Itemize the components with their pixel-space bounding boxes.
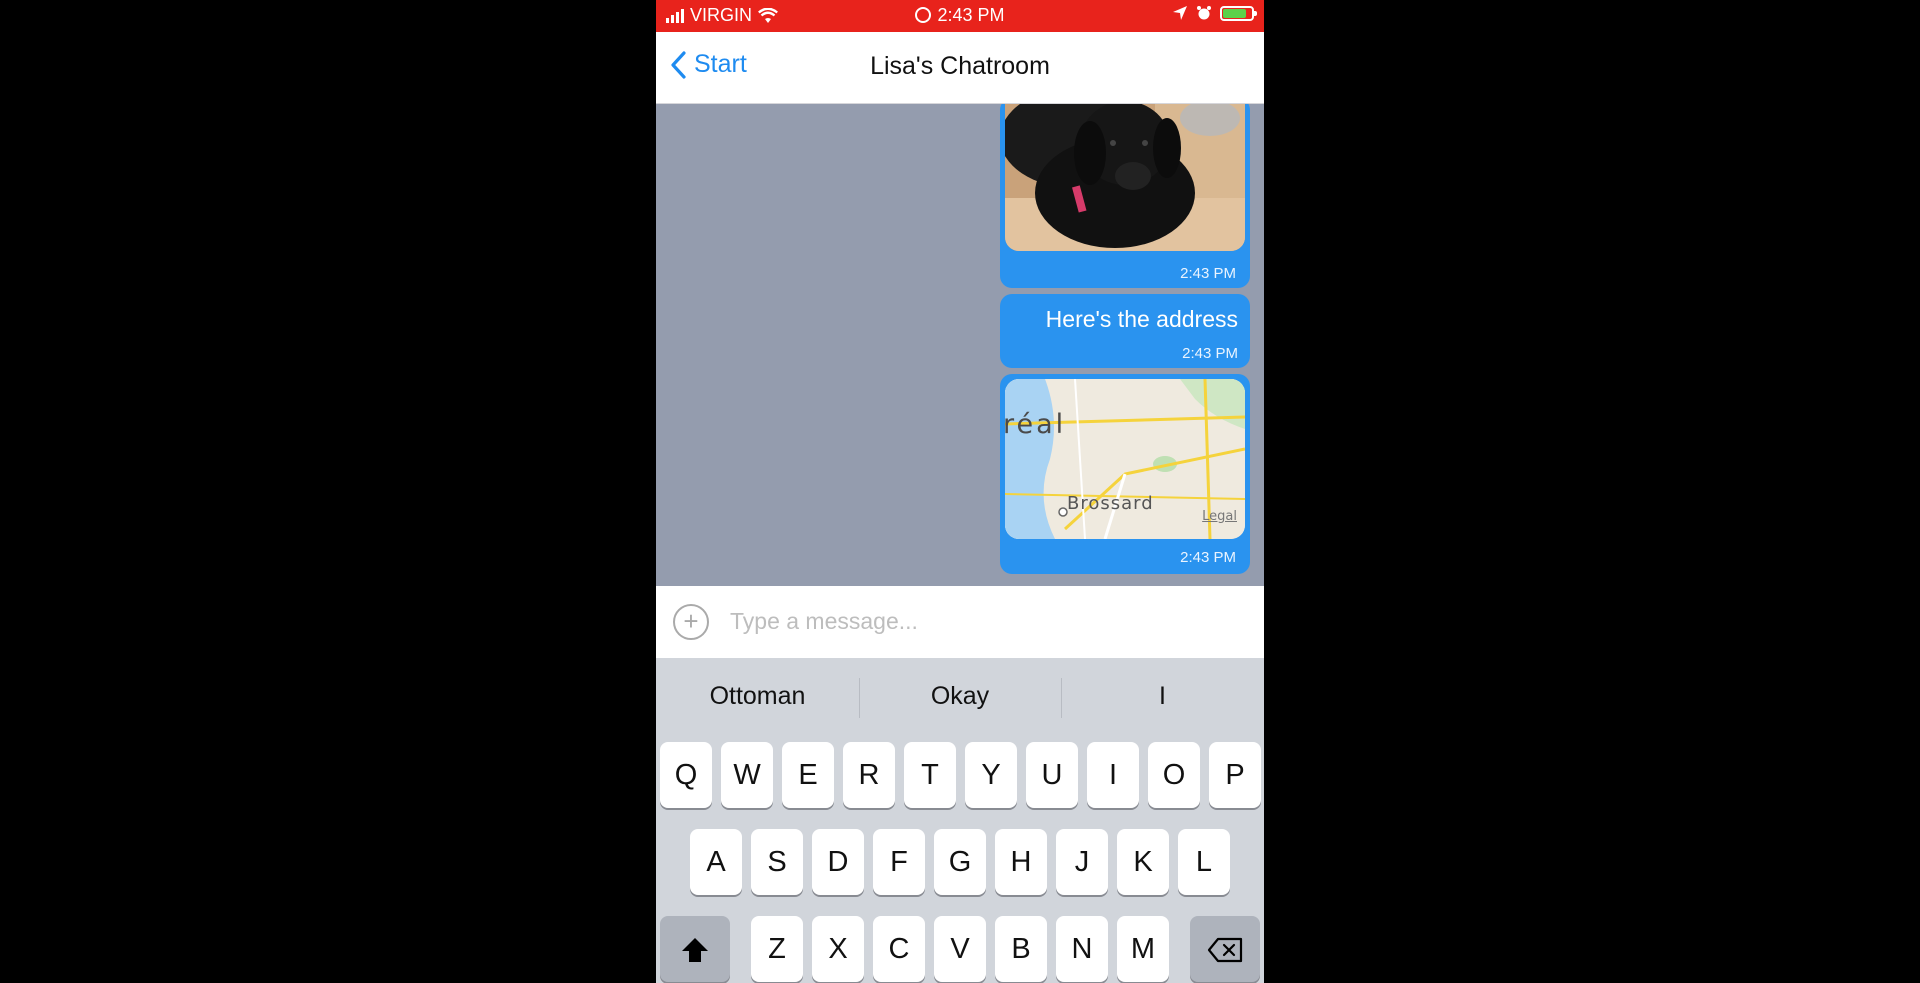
key[interactable]: J	[1056, 829, 1108, 895]
message-input-bar: +	[656, 586, 1264, 658]
page-title: Lisa's Chatroom	[870, 52, 1050, 80]
key[interactable]: Z	[751, 916, 803, 982]
backspace-icon	[1207, 938, 1243, 963]
message-bubble-map[interactable]: réal Brossard Legal 2:43 PM	[1000, 374, 1250, 574]
key[interactable]: L	[1178, 829, 1230, 895]
key[interactable]: U	[1026, 742, 1078, 808]
suggestion-item[interactable]: Okay	[859, 682, 1061, 711]
key[interactable]: F	[873, 829, 925, 895]
message-text: Here's the address	[1045, 306, 1238, 332]
key[interactable]: G	[934, 829, 986, 895]
message-time: 2:43 PM	[1180, 549, 1236, 566]
battery-icon	[1220, 5, 1257, 21]
key[interactable]: X	[812, 916, 864, 982]
phone-screen: VIRGIN 2:43 PM Start Lisa's Chatroom 2:4…	[656, 0, 1264, 983]
map-town-label: Brossard	[1067, 493, 1154, 514]
map-legal-link[interactable]: Legal	[1202, 509, 1237, 524]
key[interactable]: S	[751, 829, 803, 895]
key[interactable]: W	[721, 742, 773, 808]
location-arrow-icon	[1173, 6, 1187, 20]
map-thumbnail[interactable]: réal Brossard Legal	[1005, 379, 1245, 539]
key[interactable]: N	[1056, 916, 1108, 982]
key[interactable]: Q	[660, 742, 712, 808]
shift-icon	[682, 938, 708, 963]
delete-key[interactable]	[1190, 916, 1260, 982]
message-time: 2:43 PM	[1182, 345, 1238, 362]
key[interactable]: T	[904, 742, 956, 808]
key[interactable]: D	[812, 829, 864, 895]
key[interactable]: P	[1209, 742, 1261, 808]
key[interactable]: M	[1117, 916, 1169, 982]
plus-icon[interactable]: +	[673, 604, 709, 640]
message-bubble-text[interactable]: Here's the address 2:43 PM	[1000, 294, 1250, 368]
suggestion-bar: Ottoman Okay I	[656, 658, 1264, 740]
suggestion-item[interactable]: Ottoman	[656, 682, 859, 711]
map-city-label: réal	[1005, 409, 1067, 440]
key[interactable]: R	[843, 742, 895, 808]
key[interactable]: V	[934, 916, 986, 982]
key[interactable]: B	[995, 916, 1047, 982]
puppy-photo[interactable]	[1005, 104, 1245, 251]
key[interactable]: K	[1117, 829, 1169, 895]
shift-key[interactable]	[660, 916, 730, 982]
orientation-lock-icon	[915, 7, 932, 23]
key[interactable]: A	[690, 829, 742, 895]
key[interactable]: I	[1087, 742, 1139, 808]
key[interactable]: E	[782, 742, 834, 808]
alarm-icon	[1197, 6, 1211, 20]
key[interactable]: Y	[965, 742, 1017, 808]
key[interactable]: O	[1148, 742, 1200, 808]
message-time: 2:43 PM	[1180, 265, 1236, 282]
status-bar: VIRGIN 2:43 PM	[656, 0, 1264, 32]
message-bubble-photo[interactable]: 2:43 PM	[1000, 104, 1250, 288]
message-input[interactable]	[728, 602, 1232, 640]
key[interactable]: C	[873, 916, 925, 982]
navigation-bar: Start Lisa's Chatroom	[656, 32, 1264, 104]
status-time: 2:43 PM	[937, 5, 1005, 25]
status-right	[1172, 5, 1257, 21]
key[interactable]: H	[995, 829, 1047, 895]
chat-area[interactable]: 2:43 PM Here's the address 2:43 PM réal …	[656, 104, 1264, 586]
suggestion-item[interactable]: I	[1061, 682, 1264, 711]
keyboard: Ottoman Okay I Q W E R T Y U I O P A S D…	[656, 658, 1264, 983]
